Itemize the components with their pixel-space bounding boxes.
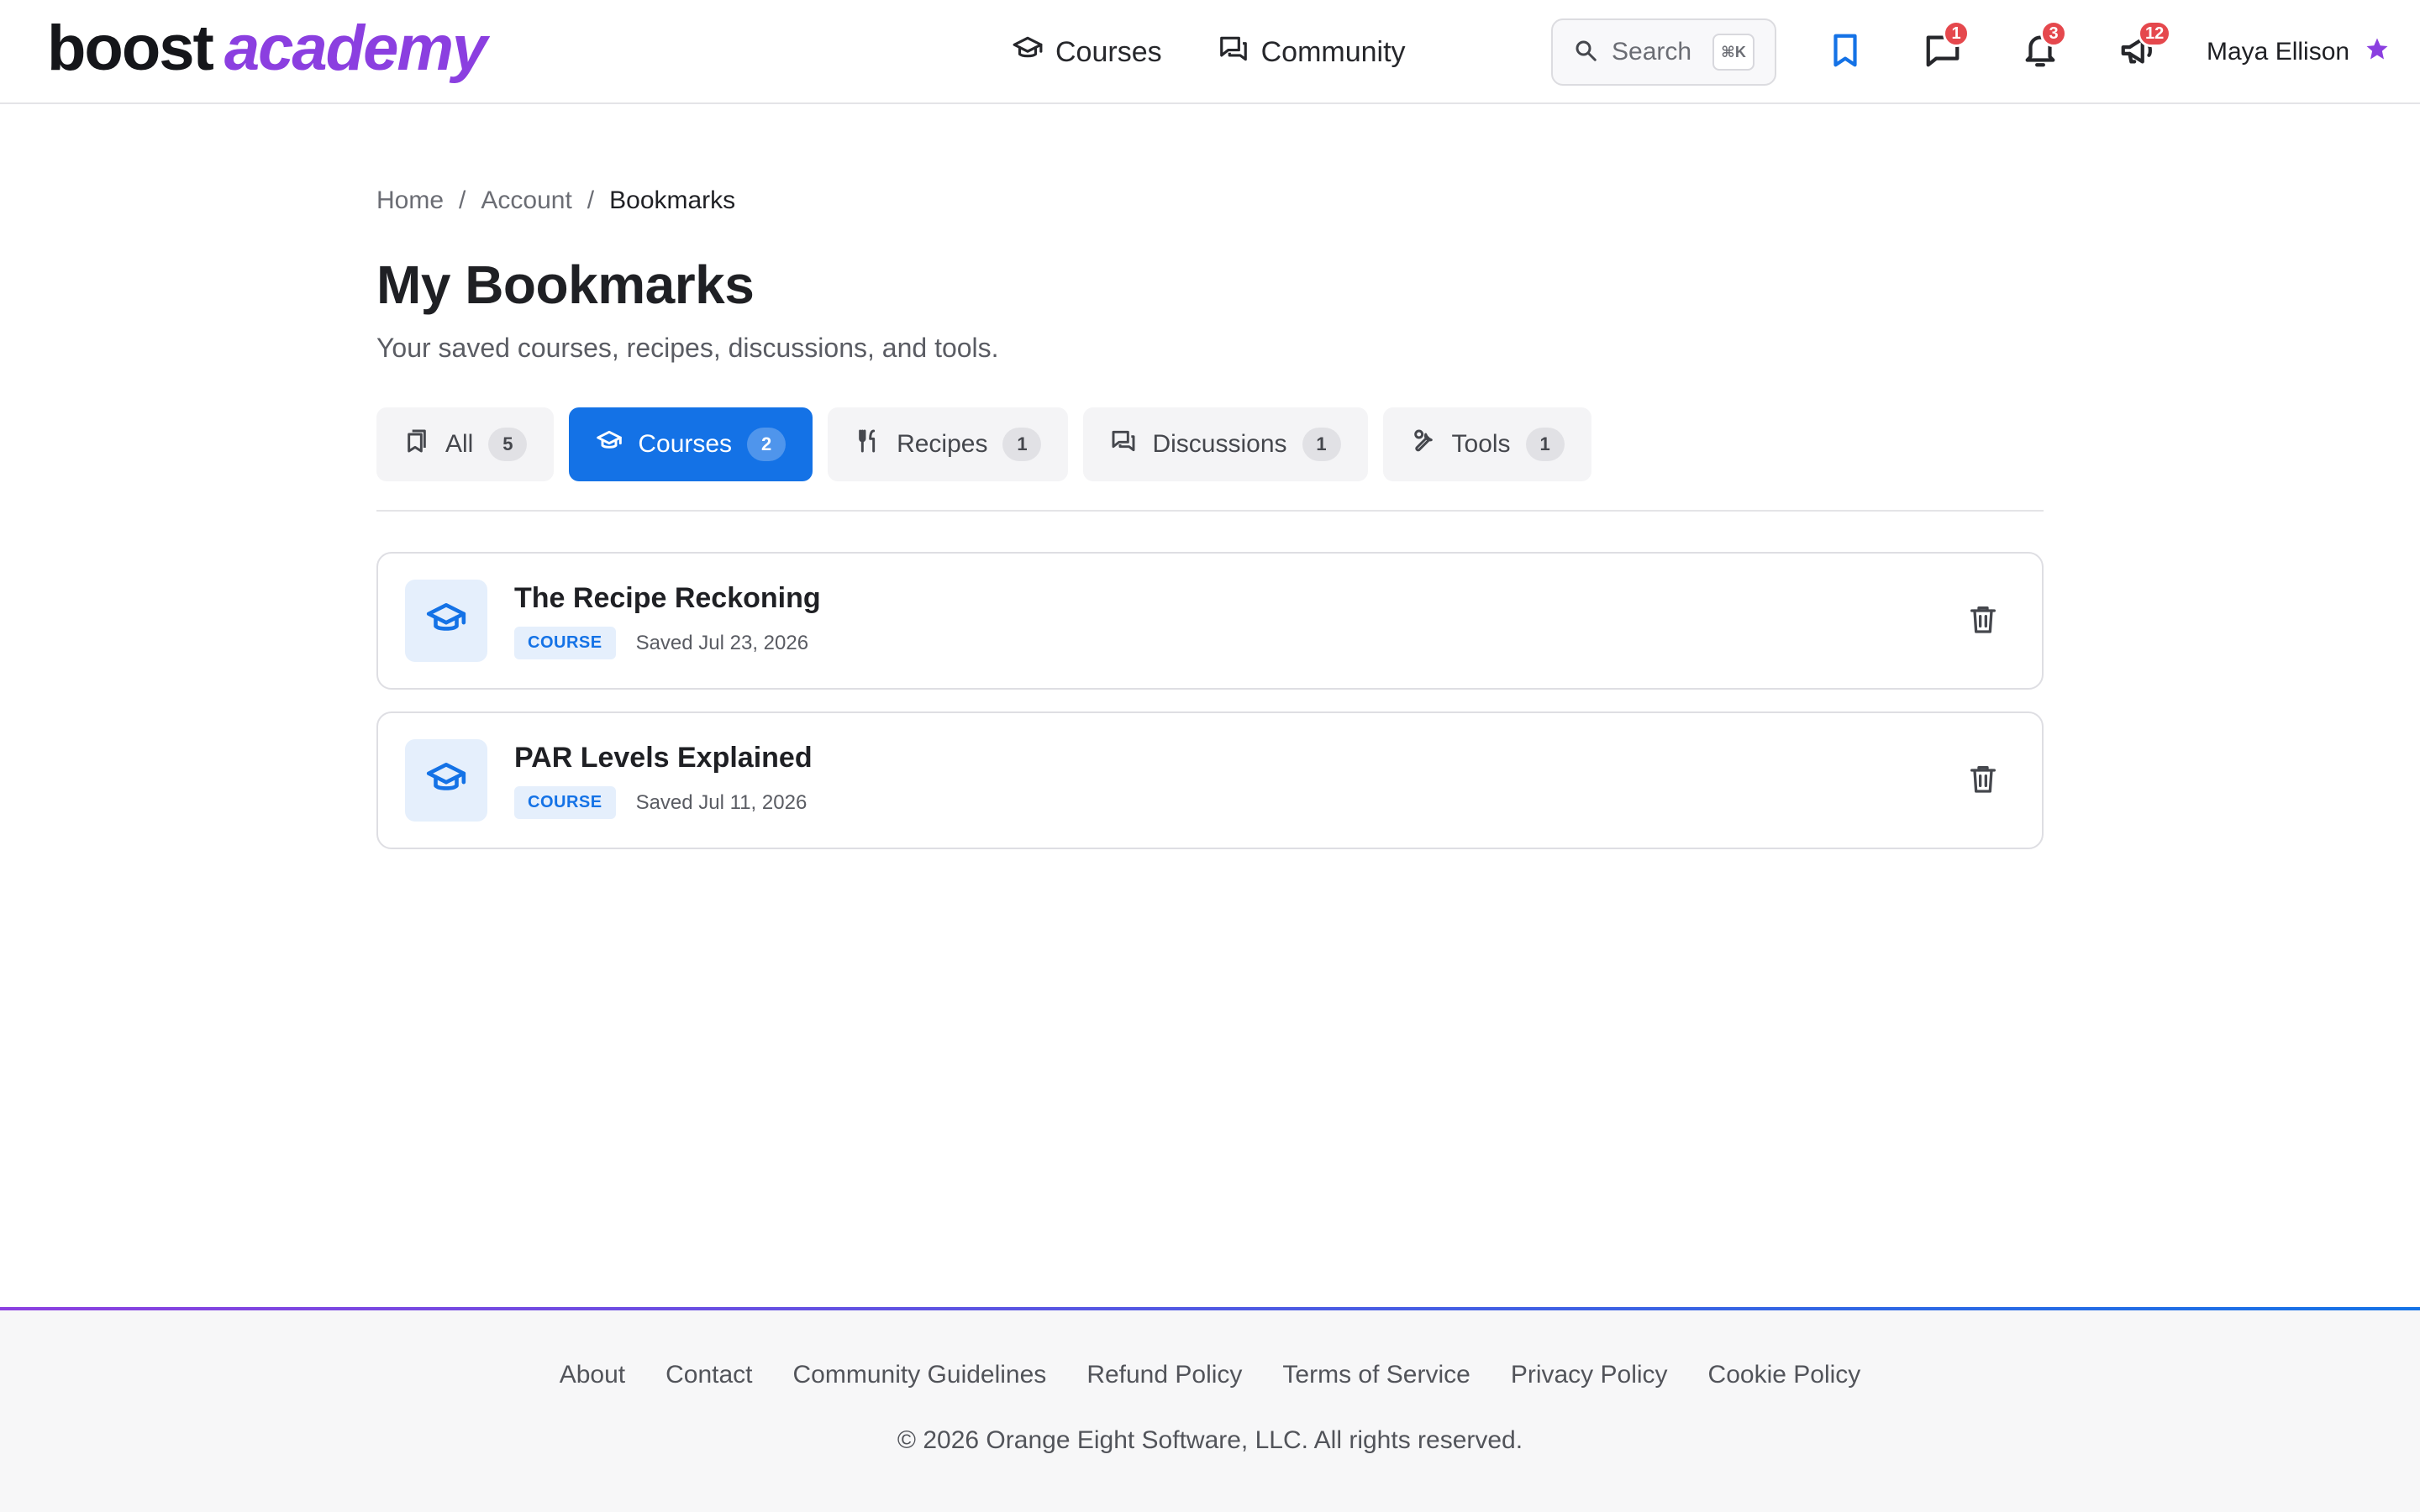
breadcrumb-home[interactable]: Home: [376, 186, 444, 215]
nav-community-label: Community: [1260, 35, 1406, 68]
card-meta: COURSE Saved Jul 11, 2026: [514, 786, 813, 819]
footer-link-community-guidelines[interactable]: Community Guidelines: [793, 1361, 1047, 1389]
tab-tools-count: 1: [1525, 428, 1565, 461]
user-name: Maya Ellison: [2207, 38, 2350, 66]
brand-logo[interactable]: boost academy: [47, 12, 487, 87]
nav-courses-label: Courses: [1055, 35, 1162, 68]
announcements-button[interactable]: 12: [2112, 20, 2172, 77]
delete-bookmark-button[interactable]: [1963, 601, 2003, 641]
chat-bubbles-icon: [1218, 33, 1249, 72]
copyright: © 2026 Orange Eight Software, LLC. All r…: [897, 1426, 1523, 1454]
tab-all[interactable]: All 5: [376, 407, 555, 481]
tabs-divider: [376, 510, 2044, 512]
tab-courses-count: 2: [747, 428, 786, 461]
bookmark-icon: [1826, 31, 1865, 74]
notifications-button[interactable]: 3: [2015, 20, 2067, 77]
tab-courses[interactable]: Courses 2: [569, 407, 813, 481]
trash-icon: [1966, 762, 2000, 800]
card-meta: COURSE Saved Jul 23, 2026: [514, 627, 821, 659]
bookmark-title[interactable]: The Recipe Reckoning: [514, 582, 821, 615]
search-label: Search: [1612, 38, 1692, 66]
messages-badge: 1: [1943, 20, 1970, 47]
wrench-icon: [1410, 428, 1437, 461]
user-menu[interactable]: Maya Ellison: [2207, 30, 2390, 74]
graduation-cap-icon: [425, 598, 467, 644]
messages-button[interactable]: 1: [1918, 20, 1970, 77]
notifications-badge: 3: [2040, 20, 2067, 47]
page-title: My Bookmarks: [376, 255, 755, 315]
graduation-cap-icon: [596, 428, 623, 461]
footer-link-privacy[interactable]: Privacy Policy: [1511, 1361, 1668, 1389]
breadcrumb-current: Bookmarks: [609, 186, 736, 214]
tab-recipes[interactable]: Recipes 1: [828, 407, 1069, 481]
main-nav: Courses Community: [1012, 30, 1406, 74]
tab-discussions[interactable]: Discussions 1: [1083, 407, 1368, 481]
star-icon: [2365, 36, 2390, 68]
footer-links: About Contact Community Guidelines Refun…: [0, 1361, 2420, 1389]
footer-link-about[interactable]: About: [560, 1361, 625, 1389]
graduation-cap-icon: [1012, 33, 1044, 72]
tab-courses-label: Courses: [638, 430, 733, 458]
announcements-badge: 12: [2138, 20, 2172, 47]
tab-recipes-count: 1: [1002, 428, 1042, 461]
logo-academy: academy: [224, 13, 487, 84]
graduation-cap-icon: [425, 758, 467, 804]
tab-discussions-label: Discussions: [1152, 430, 1287, 458]
top-header: boost academy Courses Community Search ⌘…: [0, 0, 2420, 104]
footer-accent-line: [0, 1307, 2420, 1310]
nav-community[interactable]: Community: [1218, 30, 1406, 74]
tab-all-label: All: [445, 430, 474, 458]
bookmarks-icon: [403, 428, 430, 461]
tab-recipes-label: Recipes: [897, 430, 988, 458]
bookmark-card[interactable]: PAR Levels Explained COURSE Saved Jul 11…: [376, 711, 2044, 849]
nav-courses[interactable]: Courses: [1012, 30, 1162, 74]
search-icon: [1573, 38, 1598, 67]
search-box[interactable]: Search ⌘K: [1551, 18, 1776, 86]
tab-discussions-count: 1: [1302, 428, 1341, 461]
breadcrumb: Home / Account / Bookmarks: [376, 186, 2044, 215]
tab-tools-label: Tools: [1451, 430, 1511, 458]
bookmark-card[interactable]: The Recipe Reckoning COURSE Saved Jul 23…: [376, 552, 2044, 690]
chat-bubbles-icon: [1110, 428, 1137, 461]
breadcrumb-separator: /: [459, 186, 466, 214]
bookmarks-button[interactable]: [1820, 27, 1870, 77]
footer-link-contact[interactable]: Contact: [666, 1361, 752, 1389]
trash-icon: [1966, 602, 2000, 640]
saved-date: Saved Jul 23, 2026: [635, 631, 809, 654]
breadcrumb-account[interactable]: Account: [481, 186, 571, 215]
footer-link-refund-policy[interactable]: Refund Policy: [1086, 1361, 1242, 1389]
delete-bookmark-button[interactable]: [1963, 760, 2003, 801]
search-shortcut: ⌘K: [1712, 34, 1754, 71]
tab-all-count: 5: [488, 428, 528, 461]
site-footer: About Contact Community Guidelines Refun…: [0, 1307, 2420, 1512]
bookmark-title[interactable]: PAR Levels Explained: [514, 742, 813, 774]
bookmark-tabs: All 5 Courses 2 Recipes 1 Discussions 1: [376, 407, 2044, 483]
footer-link-cookie[interactable]: Cookie Policy: [1708, 1361, 1861, 1389]
page-subtitle: Your saved courses, recipes, discussions…: [376, 333, 999, 363]
logo-boost: boost: [47, 13, 214, 84]
fork-knife-icon: [855, 428, 881, 461]
course-thumbnail: [405, 580, 487, 662]
tab-tools[interactable]: Tools 1: [1382, 407, 1591, 481]
main-content: Home / Account / Bookmarks My Bookmarks …: [376, 104, 2044, 849]
footer-link-terms[interactable]: Terms of Service: [1282, 1361, 1470, 1389]
bookmark-list: The Recipe Reckoning COURSE Saved Jul 23…: [376, 552, 2044, 849]
card-body: PAR Levels Explained COURSE Saved Jul 11…: [514, 742, 813, 819]
saved-date: Saved Jul 11, 2026: [635, 790, 808, 814]
type-badge: COURSE: [514, 786, 616, 819]
course-thumbnail: [405, 739, 487, 822]
type-badge: COURSE: [514, 627, 616, 659]
breadcrumb-separator: /: [587, 186, 595, 214]
card-body: The Recipe Reckoning COURSE Saved Jul 23…: [514, 582, 821, 659]
